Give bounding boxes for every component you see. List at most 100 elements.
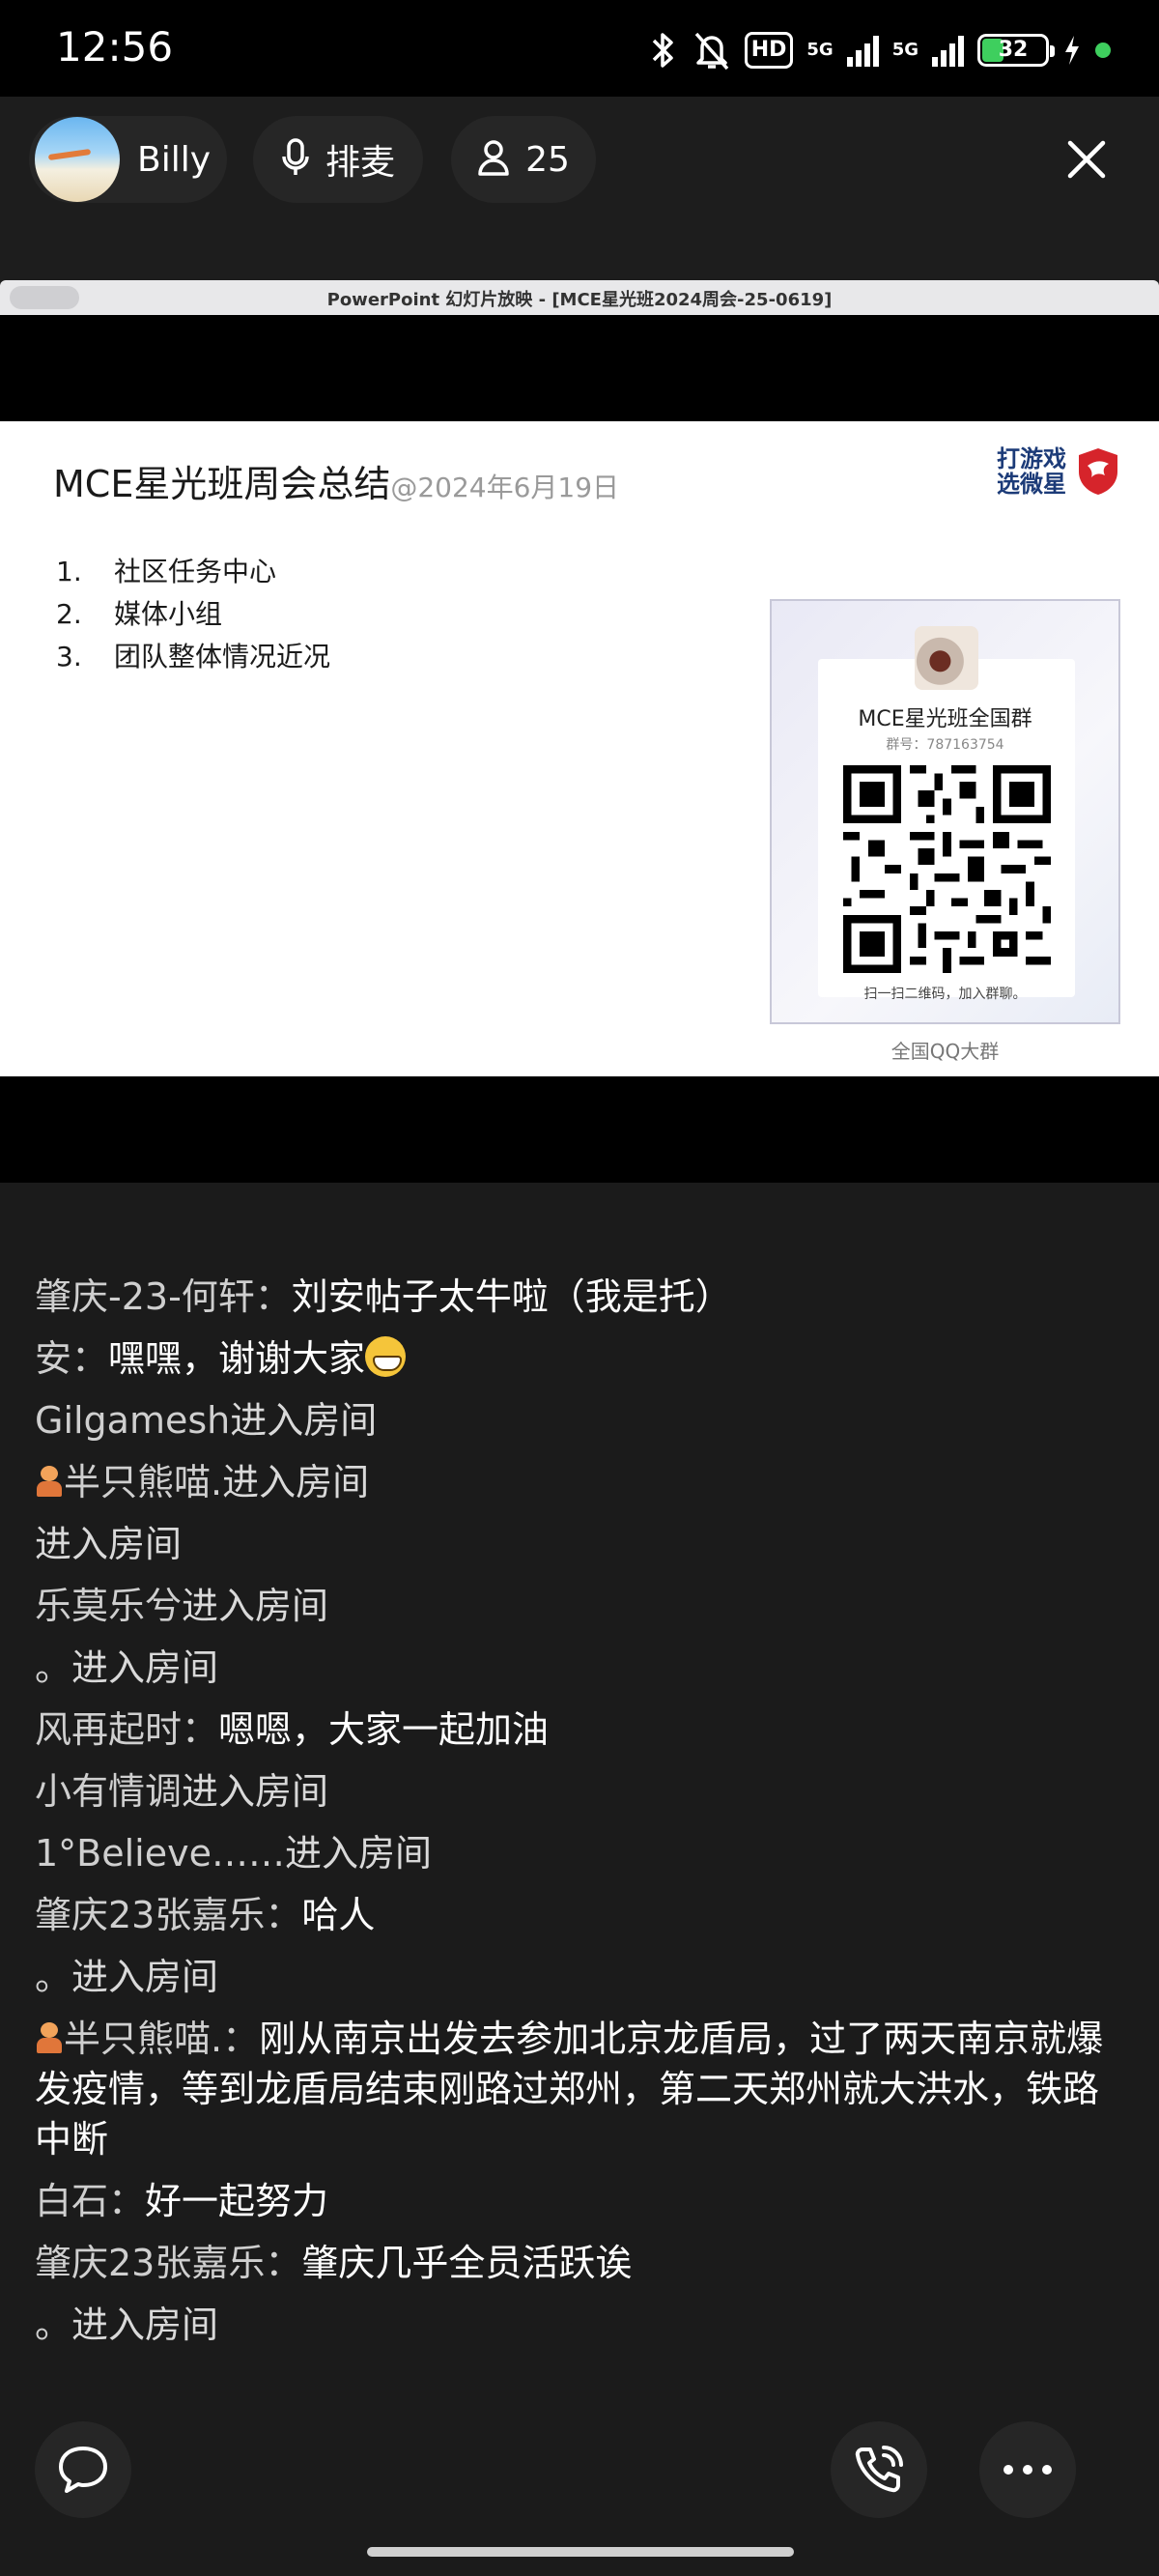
chat-text: 进入房间 <box>71 1956 219 1998</box>
list-item-number: 2. <box>56 598 82 630</box>
ppt-letterbox-top <box>0 315 1159 421</box>
home-indicator[interactable] <box>367 2547 794 2557</box>
shield-dragon-icon <box>1079 448 1117 495</box>
user-avatar-icon <box>35 2020 64 2055</box>
chat-text: 进入房间 <box>230 1399 378 1442</box>
grin-emoji-icon <box>365 1336 407 1377</box>
chat-text: 嗯嗯，大家一起加油 <box>218 1708 550 1751</box>
list-item-number: 1. <box>56 556 82 587</box>
battery-level-text: 32 <box>998 38 1029 62</box>
chat-sender: 肇庆23张嘉乐： <box>35 1894 302 1936</box>
qr-group-number: 群号：787163754 <box>886 737 1004 753</box>
chat-message: 安：嘿嘿，谢谢大家 <box>35 1328 1126 1389</box>
qr-group-name: MCE星光班全国群 <box>858 707 1032 731</box>
chat-text: 进入房间 <box>71 1646 219 1689</box>
chat-sender: 肇庆-23-何轩： <box>35 1275 292 1318</box>
list-item-text: 媒体小组 <box>114 598 223 630</box>
signal-icon <box>932 34 964 67</box>
chat-sender: 半只熊喵.： <box>64 2018 260 2060</box>
privacy-indicator-dot <box>1095 43 1111 58</box>
avatar[interactable] <box>35 117 120 202</box>
chat-message: 肇庆23张嘉乐：肇庆几乎全员活跃诶 <box>35 2232 1126 2294</box>
battery-icon: 32 <box>977 34 1055 67</box>
chat-message: 半只熊喵.：刚从南京出发去参加北京龙盾局，过了两天南京就爆发疫情，等到龙盾局结束… <box>35 2008 1126 2170</box>
list-item: 2. 媒体小组 <box>56 593 330 636</box>
chat-sender: 肇庆23张嘉乐： <box>35 2242 302 2284</box>
chat-message: 风再起时：嗯嗯，大家一起加油 <box>35 1699 1126 1760</box>
chat-text: 肇庆几乎全员活跃诶 <box>301 2242 633 2284</box>
slide-title: MCE星光班周会总结@2024年6月19日 <box>53 454 619 507</box>
chat-sender: 。 <box>35 1646 72 1689</box>
qr-caption: 全国QQ大群 <box>890 1040 1000 1063</box>
chat-message: 肇庆-23-何轩：刘安帖子太牛啦（我是托） <box>35 1266 1126 1328</box>
chat-input-button[interactable] <box>35 2421 131 2518</box>
signal-icon <box>846 34 879 67</box>
chat-message: 小有情调进入房间 <box>35 1760 1126 1822</box>
host-profile-chip[interactable]: Billy <box>29 116 227 203</box>
close-button[interactable] <box>1062 135 1111 184</box>
brand-slogan-line: 选微星 <box>997 471 1066 498</box>
brand-slogan-line: 打游戏 <box>997 445 1066 472</box>
chat-sender: 1°Believe…… <box>35 1832 285 1875</box>
chat-message: 乐莫乐兮进入房间 <box>35 1575 1126 1637</box>
group-avatar <box>915 626 978 690</box>
chat-message: 进入房间 <box>35 1513 1126 1575</box>
chat-text: 嘿嘿，谢谢大家 <box>108 1337 366 1380</box>
qr-code <box>843 765 1051 973</box>
more-dots-icon <box>1004 2465 1052 2475</box>
chat-message: 。进入房间 <box>35 2294 1126 2356</box>
network-label-1: 5G <box>806 42 833 59</box>
charging-icon <box>1062 34 1082 67</box>
chat-sender: 安： <box>35 1337 109 1380</box>
chat-text: 进入房间 <box>285 1832 433 1875</box>
status-icons: HD 5G 5G 32 <box>646 27 1111 73</box>
chat-sender: 乐莫乐兮 <box>35 1585 183 1627</box>
phone-icon <box>855 2446 903 2493</box>
list-item: 1. 社区任务中心 <box>56 551 330 593</box>
brand-slogan: 打游戏 选微星 <box>997 446 1066 497</box>
hd-icon: HD <box>744 32 794 69</box>
ppt-letterbox-bottom <box>0 1076 1159 1183</box>
chat-sender: 白石： <box>35 2180 146 2222</box>
list-item: 3. 团队整体情况近况 <box>56 636 330 678</box>
chat-text: 进入房间 <box>71 2304 219 2346</box>
list-item-text: 团队整体情况近况 <box>114 641 331 673</box>
mic-queue-button[interactable]: 排麦 <box>253 116 423 203</box>
more-options-button[interactable] <box>979 2421 1076 2518</box>
chat-feed[interactable]: 肇庆-23-何轩：刘安帖子太牛啦（我是托） 安：嘿嘿，谢谢大家 Gilgames… <box>35 1266 1126 2356</box>
chat-sender: 小有情调 <box>35 1770 183 1813</box>
agenda-list: 1. 社区任务中心 2. 媒体小组 3. 团队整体情况近况 <box>56 551 330 678</box>
network-type-text: 5G <box>891 40 919 60</box>
chat-text: 好一起努力 <box>145 2180 329 2222</box>
microphone-icon <box>281 137 310 182</box>
network-type-text: 5G <box>806 40 834 60</box>
chat-message: 。进入房间 <box>35 1637 1126 1699</box>
ppt-window-titlebar: PowerPoint 幻灯片放映 - [MCE星光班2024周会-25-0619… <box>0 280 1159 315</box>
chat-sender: 风再起时： <box>35 1708 219 1751</box>
chat-message: 白石：好一起努力 <box>35 2170 1126 2232</box>
chat-sender: 。 <box>35 2304 72 2346</box>
qr-scan-hint: 扫一扫二维码，加入群聊。 <box>863 987 1027 1002</box>
chat-bubble-icon <box>59 2447 107 2493</box>
chat-text: 哈人 <box>301 1894 376 1936</box>
brand-logo: 打游戏 选微星 <box>997 446 1120 497</box>
list-item-number: 3. <box>56 641 82 673</box>
chat-message: 1°Believe……进入房间 <box>35 1822 1126 1884</box>
list-item-text: 社区任务中心 <box>114 556 277 587</box>
bluetooth-icon <box>646 31 679 70</box>
chat-text: 进入房间 <box>35 1523 183 1565</box>
member-count-button[interactable]: 25 <box>451 116 596 203</box>
chat-message: 半只熊喵.进入房间 <box>35 1451 1126 1513</box>
person-icon <box>477 138 510 181</box>
member-count: 25 <box>525 139 570 180</box>
chat-text: 进入房间 <box>182 1585 329 1627</box>
chat-sender: Gilgamesh <box>35 1399 231 1442</box>
chat-message: 肇庆23张嘉乐：哈人 <box>35 1884 1126 1946</box>
host-name: Billy <box>137 139 212 180</box>
chat-message: Gilgamesh进入房间 <box>35 1389 1126 1451</box>
ppt-window-title: PowerPoint 幻灯片放映 - [MCE星光班2024周会-25-0619… <box>326 290 833 310</box>
chat-sender: 。 <box>35 1956 72 1998</box>
status-bar: 12:56 HD 5G 5G 32 <box>0 0 1159 97</box>
chat-text: 进入房间 <box>182 1770 329 1813</box>
call-button[interactable] <box>831 2421 927 2518</box>
